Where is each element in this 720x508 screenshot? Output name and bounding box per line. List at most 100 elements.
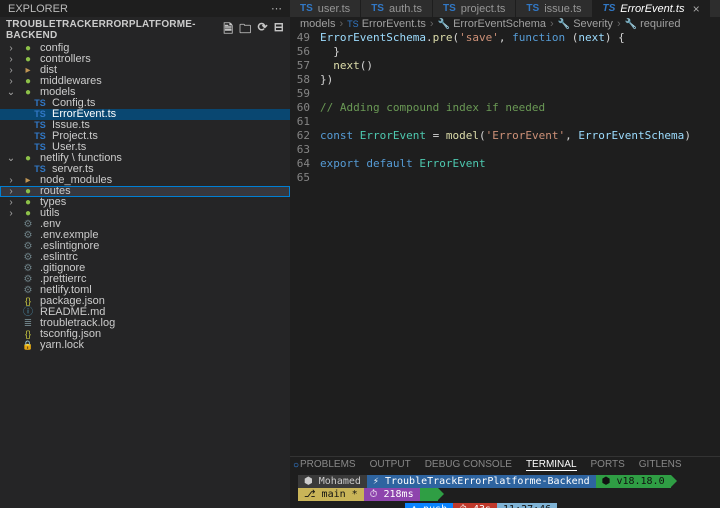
file-icon xyxy=(21,285,35,296)
file-icon xyxy=(21,307,35,318)
file-icon xyxy=(21,87,35,98)
breadcrumbs[interactable]: models›TS ErrorEvent.ts›🔧 ErrorEventSche… xyxy=(290,17,720,31)
chevron-icon: › xyxy=(6,175,16,186)
panel-tab[interactable]: PORTS xyxy=(591,459,625,471)
editor-tab[interactable]: TS issue.ts xyxy=(516,0,592,17)
terminal-status-icon: ○ xyxy=(293,460,299,471)
file-icon xyxy=(33,120,47,131)
project-name: TROUBLETRACKERRORPLATFORME-BACKEND xyxy=(6,19,223,41)
file-icon xyxy=(21,208,35,219)
tab-label: auth.ts xyxy=(389,3,422,15)
terminal-prompt-2[interactable]: ⬆ push ⏱ 43s 11:27:46 xyxy=(290,503,720,508)
file-icon xyxy=(21,296,35,307)
explorer-header: EXPLORER ⋯ xyxy=(0,0,290,17)
file-icon xyxy=(21,65,35,76)
new-file-icon[interactable]: 🗎 xyxy=(223,20,233,41)
file-icon xyxy=(21,175,35,186)
file-icon xyxy=(21,241,35,252)
file-icon xyxy=(21,219,35,230)
ts-icon: TS xyxy=(526,3,539,14)
chevron-icon: ⌄ xyxy=(6,87,16,98)
prompt-tail xyxy=(420,488,438,501)
tree-file[interactable]: ErrorEvent.ts xyxy=(0,109,290,120)
editor-area: models›TS ErrorEvent.ts›🔧 ErrorEventSche… xyxy=(290,17,720,508)
file-icon xyxy=(21,54,35,65)
file-icon xyxy=(21,274,35,285)
prompt-path: ⚡ TroubleTrackErrorPlatforme-Backend xyxy=(367,475,596,488)
prompt-clock: 11:27:46 xyxy=(497,503,557,508)
close-icon[interactable]: × xyxy=(692,2,699,16)
breadcrumb-item[interactable]: models xyxy=(300,18,335,30)
editor-tab[interactable]: TSErrorEvent.ts× xyxy=(593,0,711,17)
tree-file[interactable]: Issue.ts xyxy=(0,120,290,131)
refresh-icon[interactable]: ⟳ xyxy=(257,20,267,41)
chevron-icon: ⌄ xyxy=(6,153,16,164)
editor-tabs: TS user.ts TSauth.ts TS project.ts TS issue.ts… xyxy=(290,0,720,17)
file-icon xyxy=(33,131,47,142)
chevron-icon: › xyxy=(6,186,16,197)
tree-folder[interactable]: ⌄netlify \ functions xyxy=(0,153,290,164)
tab-label: user.ts xyxy=(318,3,350,15)
prompt-branch: ⎇ main * xyxy=(298,488,364,501)
prompt-push: ⬆ push xyxy=(405,503,453,508)
terminal-prompt[interactable]: ⬢ Mohamed ⚡ TroubleTrackErrorPlatforme-B… xyxy=(290,473,720,503)
chevron-icon: › xyxy=(6,208,16,219)
file-icon xyxy=(21,186,35,197)
tree-file[interactable]: yarn.lock xyxy=(0,340,290,351)
file-tree: ›config›controllers›dist›middlewares⌄mod… xyxy=(0,43,290,508)
prompt-dur2: ⏱ 43s xyxy=(453,503,497,508)
prompt-node: ⬢ v18.18.0 xyxy=(596,475,671,488)
file-icon xyxy=(33,98,47,109)
file-icon xyxy=(21,76,35,87)
chevron-icon: › xyxy=(6,54,16,65)
explorer-actions: 🗎 🗀 ⟳ ⊟ xyxy=(223,20,284,41)
file-icon xyxy=(21,153,35,164)
breadcrumb-item[interactable]: 🔧 Severity xyxy=(558,18,613,30)
chevron-icon: › xyxy=(6,43,16,54)
tab-label: issue.ts xyxy=(544,3,581,15)
breadcrumb-item[interactable]: 🔧 ErrorEventSchema xyxy=(438,18,546,30)
panel-tab[interactable]: OUTPUT xyxy=(370,459,411,471)
bottom-panel: PROBLEMS OUTPUT DEBUG CONSOLE TERMINAL PORTS… xyxy=(290,456,720,508)
new-folder-icon[interactable]: 🗀 xyxy=(239,20,251,41)
file-icon xyxy=(21,197,35,208)
tab-label: ErrorEvent.ts xyxy=(620,3,684,15)
file-icon xyxy=(33,109,47,120)
file-icon xyxy=(21,230,35,241)
file-icon xyxy=(21,252,35,263)
project-header[interactable]: TROUBLETRACKERRORPLATFORME-BACKEND 🗎 🗀 ⟳… xyxy=(0,17,290,43)
editor-tab[interactable]: TSUser.ts (Working Tree) xyxy=(710,0,720,17)
collapse-icon[interactable]: ⊟ xyxy=(274,20,284,41)
explorer-title: EXPLORER xyxy=(8,3,68,15)
tree-file[interactable]: Project.ts xyxy=(0,131,290,142)
chevron-icon: › xyxy=(6,65,16,76)
line-gutter: 4956575859606162636465 xyxy=(290,31,320,456)
ts-icon: TS xyxy=(443,3,456,14)
editor-tab[interactable]: TS user.ts xyxy=(290,0,361,17)
panel-tab[interactable]: GITLENS xyxy=(639,459,682,471)
file-icon xyxy=(21,263,35,274)
more-icon[interactable]: ⋯ xyxy=(271,2,282,15)
code-editor[interactable]: 4956575859606162636465 ErrorEventSchema.… xyxy=(290,31,720,456)
chevron-icon: › xyxy=(6,76,16,87)
breadcrumb-item[interactable]: TS ErrorEvent.ts xyxy=(347,18,426,30)
breadcrumb-item[interactable]: 🔧 required xyxy=(625,18,681,30)
prompt-duration: ⏱ 218ms xyxy=(364,488,420,501)
code-lines[interactable]: ErrorEventSchema.pre('save', function (n… xyxy=(320,31,720,456)
panel-tab[interactable]: TERMINAL xyxy=(526,459,577,471)
ts-icon: TS xyxy=(300,3,313,14)
file-icon xyxy=(21,340,35,351)
tab-label: project.ts xyxy=(461,3,506,15)
editor-tab[interactable]: TSauth.ts xyxy=(361,0,433,17)
editor-tab[interactable]: TS project.ts xyxy=(433,0,516,17)
explorer-panel: TROUBLETRACKERRORPLATFORME-BACKEND 🗎 🗀 ⟳… xyxy=(0,17,290,508)
tree-folder[interactable]: ⌄models xyxy=(0,87,290,98)
tree-label: yarn.lock xyxy=(40,340,84,351)
file-icon xyxy=(21,329,35,340)
panel-tab[interactable]: DEBUG CONSOLE xyxy=(425,459,512,471)
file-icon xyxy=(21,318,35,329)
panel-tabs: PROBLEMS OUTPUT DEBUG CONSOLE TERMINAL PORTS… xyxy=(290,457,720,473)
prompt-user: ⬢ Mohamed xyxy=(298,475,367,488)
panel-tab[interactable]: PROBLEMS xyxy=(300,459,356,471)
tree-file[interactable]: Config.ts xyxy=(0,98,290,109)
